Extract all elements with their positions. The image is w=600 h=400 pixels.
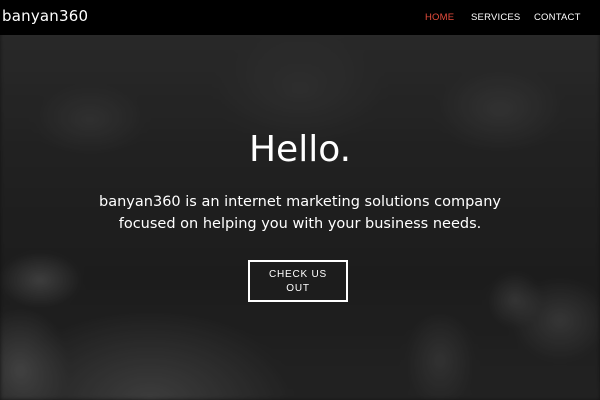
hero-description: banyan360 is an internet marketing solut…	[0, 191, 600, 235]
hero-title: Hello.	[248, 129, 352, 170]
nav-link-home[interactable]: HOME	[425, 12, 454, 23]
hero-section: Hello. banyan360 is an internet marketin…	[0, 0, 600, 400]
hero-description-line-2: focused on helping you with your busines…	[118, 216, 482, 232]
nav-link-contact[interactable]: CONTACT	[534, 12, 581, 23]
brand-logo-link[interactable]: banyan360	[2, 7, 88, 25]
hero-description-line-1: banyan360 is an internet marketing solut…	[99, 194, 501, 210]
nav-link-services[interactable]: SERVICES	[471, 12, 520, 23]
check-us-out-button[interactable]: CHECK US OUT	[248, 260, 348, 302]
landing-page: banyan360 HOME SERVICES CONTACT Hello. b…	[0, 0, 600, 400]
top-navbar: banyan360 HOME SERVICES CONTACT	[0, 0, 600, 35]
